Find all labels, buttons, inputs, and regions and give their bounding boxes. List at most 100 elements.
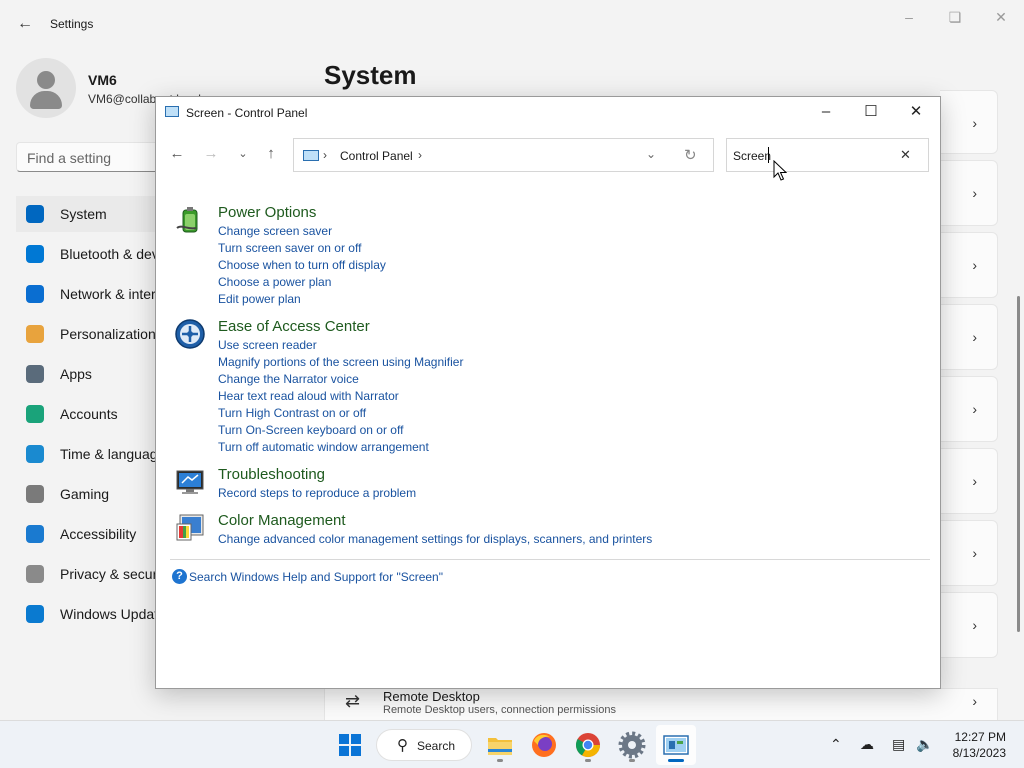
cloud-offline-icon[interactable]: ☁ — [860, 736, 874, 753]
task-link[interactable]: Change screen saver — [218, 224, 332, 238]
volume-icon[interactable]: 🔈 — [916, 736, 933, 753]
running-indicator — [585, 759, 591, 762]
control-panel-window: Screen - Control Panel – ☐ ✕ ← → ⌄ ↑ › C… — [155, 96, 941, 689]
task-link[interactable]: Turn screen saver on or off — [218, 241, 361, 255]
sidebar-item[interactable]: Accounts — [16, 396, 176, 432]
task-link[interactable]: Hear text read aloud with Narrator — [218, 389, 399, 403]
group-title[interactable]: Power Options — [218, 204, 316, 221]
taskbar-search-button[interactable]: ⚲ Search — [376, 729, 472, 761]
file-explorer-icon[interactable] — [484, 729, 516, 761]
sidebar-item-label: Gaming — [60, 486, 110, 502]
sidebar-item-label: Accounts — [60, 406, 118, 422]
mouse-pointer-icon — [773, 160, 787, 181]
network-icon[interactable]: ▤ — [892, 736, 905, 753]
settings-card[interactable]: › — [940, 90, 998, 154]
clear-search-icon[interactable]: ✕ — [900, 147, 911, 163]
controller-icon — [26, 485, 44, 503]
control-panel-titlebar[interactable]: Screen - Control Panel – ☐ ✕ — [156, 97, 940, 127]
refresh-icon[interactable]: ↻ — [684, 146, 697, 164]
sidebar-item[interactable]: Privacy & security — [16, 556, 176, 592]
control-panel-icon — [303, 150, 319, 161]
find-setting-input[interactable]: Find a setting — [16, 142, 176, 172]
clock-date[interactable]: 8/13/2023 — [944, 746, 1006, 760]
chevron-right-icon: › — [972, 473, 977, 489]
address-bar[interactable]: › Control Panel › ⌄ ↻ — [293, 138, 714, 172]
taskbar-search-label: Search — [417, 739, 456, 753]
breadcrumb-chevron-icon[interactable]: › — [323, 148, 327, 162]
power-options-icon — [176, 207, 198, 233]
sidebar-item-label: System — [60, 206, 107, 222]
chevron-right-icon: › — [972, 185, 977, 201]
sidebar-item[interactable]: Network & internet — [16, 276, 176, 312]
sidebar-item[interactable]: Windows Update — [16, 596, 176, 632]
chevron-right-icon: › — [972, 545, 977, 561]
ease-of-access-icon — [175, 319, 205, 349]
recent-locations-chevron-icon[interactable]: ⌄ — [232, 143, 254, 165]
page-title: System — [324, 60, 417, 90]
task-link[interactable]: Magnify portions of the screen using Mag… — [218, 355, 463, 369]
back-arrow-icon[interactable]: ← — [166, 143, 188, 165]
settings-card[interactable]: › — [940, 376, 998, 442]
task-link[interactable]: Turn off automatic window arrangement — [218, 440, 429, 454]
settings-card[interactable]: › — [940, 592, 998, 658]
task-link[interactable]: Choose when to turn off display — [218, 258, 386, 272]
close-icon[interactable]: ✕ — [986, 8, 1016, 26]
remote-desktop-title: Remote Desktop — [383, 689, 480, 704]
group-title[interactable]: Color Management — [218, 512, 346, 529]
search-input[interactable]: Screen ✕ — [726, 138, 929, 172]
group-title[interactable]: Ease of Access Center — [218, 318, 370, 335]
task-link[interactable]: Use screen reader — [218, 338, 317, 352]
close-icon[interactable]: ✕ — [894, 101, 938, 123]
bluetooth-icon — [26, 245, 44, 263]
task-link[interactable]: Record steps to reproduce a problem — [218, 486, 416, 500]
sidebar-item[interactable]: Time & language — [16, 436, 176, 472]
breadcrumb-chevron-icon[interactable]: › — [418, 148, 422, 162]
wifi-icon — [26, 285, 44, 303]
troubleshooting-icon — [176, 470, 204, 494]
firefox-icon[interactable] — [528, 729, 560, 761]
sidebar-item[interactable]: System — [16, 196, 176, 232]
task-link[interactable]: Change the Narrator voice — [218, 372, 359, 386]
windows-start-icon[interactable] — [334, 729, 366, 761]
maximize-icon[interactable]: ☐ — [849, 101, 893, 123]
settings-card[interactable]: › — [940, 160, 998, 226]
sidebar-item[interactable]: Gaming — [16, 476, 176, 512]
sidebar-item[interactable]: Personalization — [16, 316, 176, 352]
settings-gear-icon[interactable] — [616, 729, 648, 761]
globe-clock-icon — [26, 445, 44, 463]
breadcrumb-control-panel[interactable]: Control Panel — [340, 149, 413, 163]
task-link[interactable]: Choose a power plan — [218, 275, 331, 289]
up-arrow-icon[interactable]: ↑ — [260, 143, 282, 165]
settings-card[interactable]: › — [940, 520, 998, 586]
address-dropdown-chevron-icon[interactable]: ⌄ — [646, 147, 656, 161]
settings-card[interactable]: › — [940, 448, 998, 514]
minimize-icon[interactable]: – — [894, 8, 924, 26]
remote-desktop-card[interactable]: ⇄ Remote Desktop Remote Desktop users, c… — [324, 688, 998, 720]
avatar[interactable] — [16, 58, 76, 118]
maximize-icon[interactable]: ❏ — [940, 8, 970, 26]
control-panel-icon[interactable] — [660, 729, 692, 761]
back-arrow-icon[interactable]: ← — [14, 14, 36, 34]
accounts-icon — [26, 405, 44, 423]
forward-arrow-icon[interactable]: → — [200, 143, 222, 165]
help-icon[interactable]: ? — [172, 569, 187, 584]
settings-card[interactable]: › — [940, 304, 998, 370]
divider — [170, 559, 930, 560]
chrome-icon[interactable] — [572, 729, 604, 761]
chevron-right-icon: › — [972, 257, 977, 273]
task-link[interactable]: Edit power plan — [218, 292, 301, 306]
task-link[interactable]: Change advanced color management setting… — [218, 532, 652, 546]
help-search-link[interactable]: Search Windows Help and Support for "Scr… — [189, 570, 443, 584]
scrollbar[interactable] — [1017, 296, 1020, 632]
group-title[interactable]: Troubleshooting — [218, 466, 325, 483]
settings-card[interactable]: › — [940, 232, 998, 298]
apps-icon — [26, 365, 44, 383]
chevron-up-icon[interactable]: ⌃ — [830, 736, 842, 753]
task-link[interactable]: Turn High Contrast on or off — [218, 406, 366, 420]
clock-time[interactable]: 12:27 PM — [950, 730, 1006, 744]
minimize-icon[interactable]: – — [804, 101, 848, 123]
sidebar-item[interactable]: Apps — [16, 356, 176, 392]
sidebar-item[interactable]: Bluetooth & devices — [16, 236, 184, 272]
sidebar-item[interactable]: Accessibility — [16, 516, 176, 552]
task-link[interactable]: Turn On-Screen keyboard on or off — [218, 423, 403, 437]
